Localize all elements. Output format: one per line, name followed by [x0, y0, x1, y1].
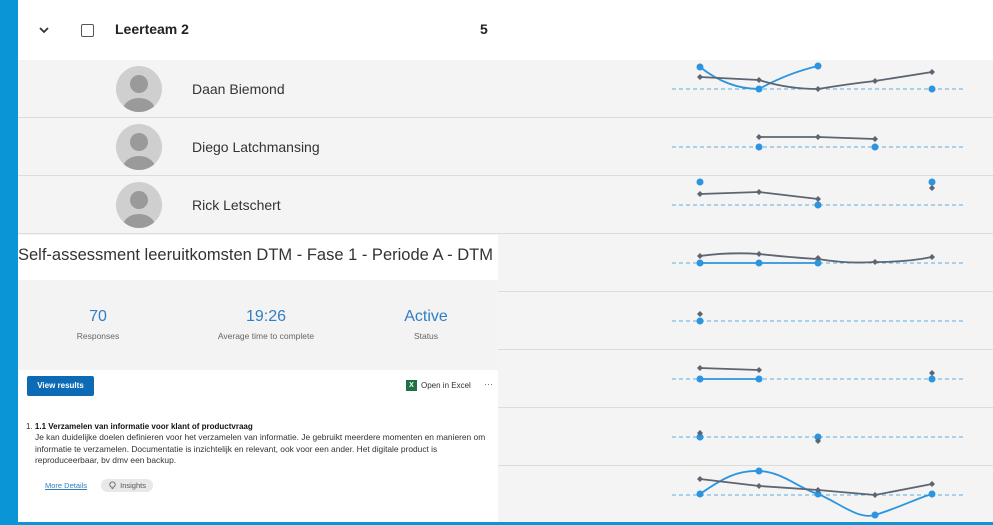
lightbulb-icon	[109, 481, 116, 490]
insights-label: Insights	[120, 481, 146, 490]
question-description: Je kan duidelijke doelen definieren voor…	[35, 432, 486, 465]
question-block: 1. 1.1 Verzamelen van informatie voor kl…	[26, 422, 496, 467]
question-actions: More Details Insights	[45, 479, 153, 492]
question-heading: 1. 1.1 Verzamelen van informatie voor kl…	[26, 422, 496, 431]
excel-icon: X	[406, 380, 417, 391]
view-results-button[interactable]: View results	[27, 376, 94, 396]
form-stats: 70 Responses 19:26 Average time to compl…	[18, 280, 498, 370]
stat-status: Active Status	[346, 308, 506, 341]
stat-value: 70	[89, 308, 107, 325]
more-details-link[interactable]: More Details	[45, 481, 87, 490]
stat-average-time: 19:26 Average time to complete	[186, 308, 346, 341]
stat-responses: 70 Responses	[18, 308, 178, 341]
form-title: Self-assessment leeruitkomsten DTM - Fas…	[18, 246, 493, 264]
question-title: 1.1 Verzamelen van informatie voor klant…	[34, 422, 253, 431]
stat-label: Status	[413, 331, 439, 341]
open-in-excel-button[interactable]: X Open in Excel	[406, 380, 471, 391]
stat-value: 19:26	[245, 308, 287, 325]
more-options-button[interactable]: ···	[484, 379, 493, 389]
stat-label: Average time to complete	[217, 331, 315, 341]
app-frame: Leerteam 2 5 Daan Biemond Diego Latchman…	[18, 0, 993, 522]
stat-label: Responses	[76, 331, 120, 341]
form-summary-panel: Self-assessment leeruitkomsten DTM - Fas…	[18, 235, 498, 522]
insights-button[interactable]: Insights	[101, 479, 153, 492]
stat-value: Active	[404, 308, 448, 325]
open-in-excel-label: Open in Excel	[421, 381, 471, 390]
question-number: 1.	[26, 422, 33, 431]
